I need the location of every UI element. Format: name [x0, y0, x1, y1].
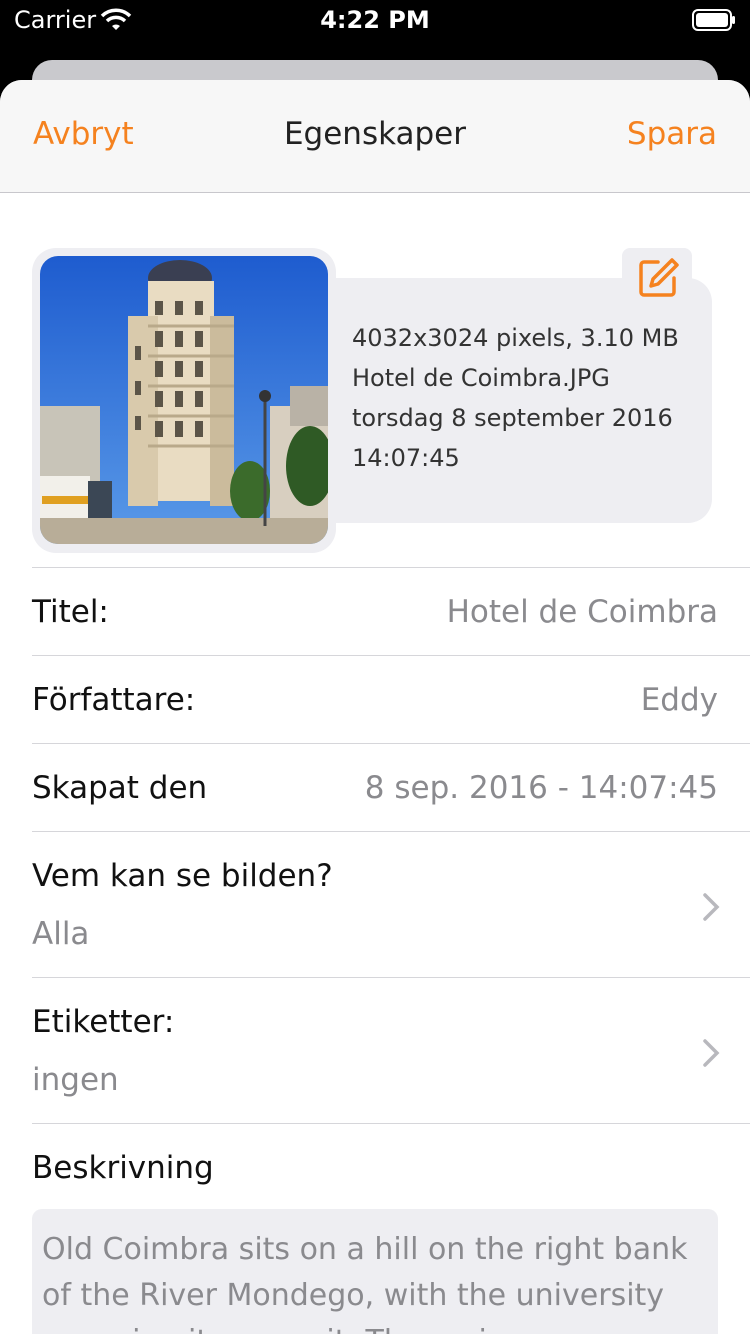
thumbnail-frame	[32, 248, 336, 553]
edit-icon[interactable]	[636, 256, 680, 300]
battery-icon	[692, 9, 735, 31]
title-label: Titel:	[32, 594, 109, 630]
visibility-row[interactable]: Vem kan se bilden? Alla	[32, 831, 750, 978]
chevron-right-icon	[703, 893, 720, 921]
navigation-bar: Avbryt Egenskaper Spara	[0, 80, 750, 193]
image-date: torsdag 8 september 2016	[352, 404, 673, 432]
save-button[interactable]: Spara	[627, 116, 717, 152]
description-row: Beskrivning	[32, 1123, 750, 1210]
created-value[interactable]: 8 sep. 2016 - 14:07:45	[365, 770, 718, 806]
visibility-value: Alla	[32, 916, 90, 952]
description-field[interactable]: Old Coimbra sits on a hill on the right …	[32, 1209, 718, 1334]
tags-label: Etiketter:	[32, 1004, 175, 1040]
photo-thumbnail[interactable]	[40, 256, 328, 544]
author-label: Författare:	[32, 682, 196, 718]
author-row[interactable]: Författare: Eddy	[32, 655, 750, 744]
status-bar: Carrier 4:22 PM	[0, 0, 750, 42]
chevron-right-icon	[703, 1039, 720, 1067]
description-label: Beskrivning	[32, 1150, 214, 1186]
visibility-label: Vem kan se bilden?	[32, 858, 333, 894]
title-row[interactable]: Titel: Hotel de Coimbra	[32, 567, 750, 656]
properties-sheet: Avbryt Egenskaper Spara 4032x3024 pixels…	[0, 80, 750, 1334]
image-metadata: 4032x3024 pixels, 3.10 MB Hotel de Coimb…	[352, 318, 712, 478]
image-time: 14:07:45	[352, 444, 460, 472]
created-row[interactable]: Skapat den 8 sep. 2016 - 14:07:45	[32, 743, 750, 832]
image-dimensions-size: 4032x3024 pixels, 3.10 MB	[352, 324, 679, 352]
title-value[interactable]: Hotel de Coimbra	[447, 594, 718, 630]
edit-tab[interactable]	[622, 248, 692, 308]
author-value[interactable]: Eddy	[641, 682, 718, 718]
hotel-photo	[40, 256, 328, 544]
description-text[interactable]: Old Coimbra sits on a hill on the right …	[42, 1227, 702, 1334]
tags-row[interactable]: Etiketter: ingen	[32, 977, 750, 1124]
created-label: Skapat den	[32, 770, 208, 806]
image-filename: Hotel de Coimbra.JPG	[352, 364, 610, 392]
clock: 4:22 PM	[320, 6, 430, 34]
tags-value: ingen	[32, 1062, 119, 1098]
